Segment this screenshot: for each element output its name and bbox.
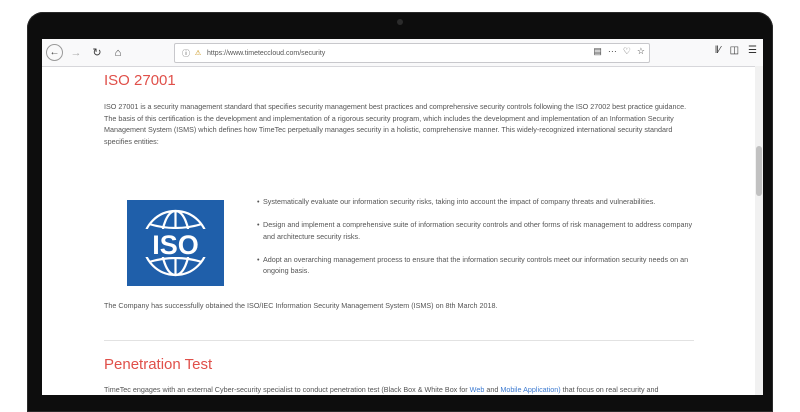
home-icon[interactable]: ⌂: [110, 45, 126, 61]
webcam: [397, 19, 403, 25]
info-icon[interactable]: ⓘ: [181, 48, 191, 58]
web-link[interactable]: Web: [470, 385, 485, 394]
iso-logo-text: ISO: [152, 230, 199, 260]
url-bar[interactable]: ⓘ ⚠ https://www.timeteccloud.com/securit…: [174, 43, 650, 63]
penetration-test-heading: Penetration Test: [104, 356, 213, 373]
bookmark-star-icon[interactable]: ☆: [637, 46, 645, 57]
browser-toolbar: ← → ↻ ⌂ ⓘ ⚠ https://www.timeteccloud.com…: [42, 39, 763, 67]
list-item: • Design and implement a comprehensive su…: [257, 220, 693, 241]
menu-icon[interactable]: ☰: [748, 45, 757, 56]
list-item: • Systematically evaluate our information…: [257, 197, 656, 206]
reload-icon[interactable]: ↻: [89, 45, 105, 61]
iso-intro-text: ISO 27001 is a security management stand…: [104, 102, 687, 146]
iso-logo: ISO: [127, 200, 224, 286]
url-text[interactable]: https://www.timeteccloud.com/security: [207, 50, 325, 57]
library-icon[interactable]: ‖⁄: [715, 45, 721, 56]
list-item: • Adopt an overarching management process…: [257, 254, 689, 276]
scrollbar[interactable]: [755, 66, 763, 395]
page-actions-icon[interactable]: ···: [608, 46, 617, 57]
iso-logo-graphic: ISO: [127, 200, 224, 286]
iso-obtained-text: The Company has successfully obtained th…: [104, 301, 498, 310]
page-content: ISO 27001 ISO 27001 is a security manage…: [42, 66, 755, 395]
browser-window: ← → ↻ ⌂ ⓘ ⚠ https://www.timeteccloud.com…: [42, 39, 763, 395]
iso-entities-list: • Systematically evaluate our information…: [257, 196, 697, 288]
mobile-application-link[interactable]: Mobile Application): [500, 385, 560, 394]
reader-view-icon[interactable]: ▤: [593, 46, 602, 57]
forward-icon[interactable]: →: [68, 45, 84, 61]
lock-warning-icon[interactable]: ⚠: [193, 48, 203, 58]
sidebar-icon[interactable]: ◫: [730, 45, 739, 56]
iso-heading: ISO 27001: [104, 72, 176, 89]
penetration-test-text: TimeTec engages with an external Cyber-s…: [104, 385, 659, 394]
section-divider: [104, 340, 694, 341]
back-icon[interactable]: ←: [46, 44, 63, 61]
pocket-icon[interactable]: ♡: [623, 46, 631, 57]
scrollbar-thumb[interactable]: [756, 146, 762, 196]
